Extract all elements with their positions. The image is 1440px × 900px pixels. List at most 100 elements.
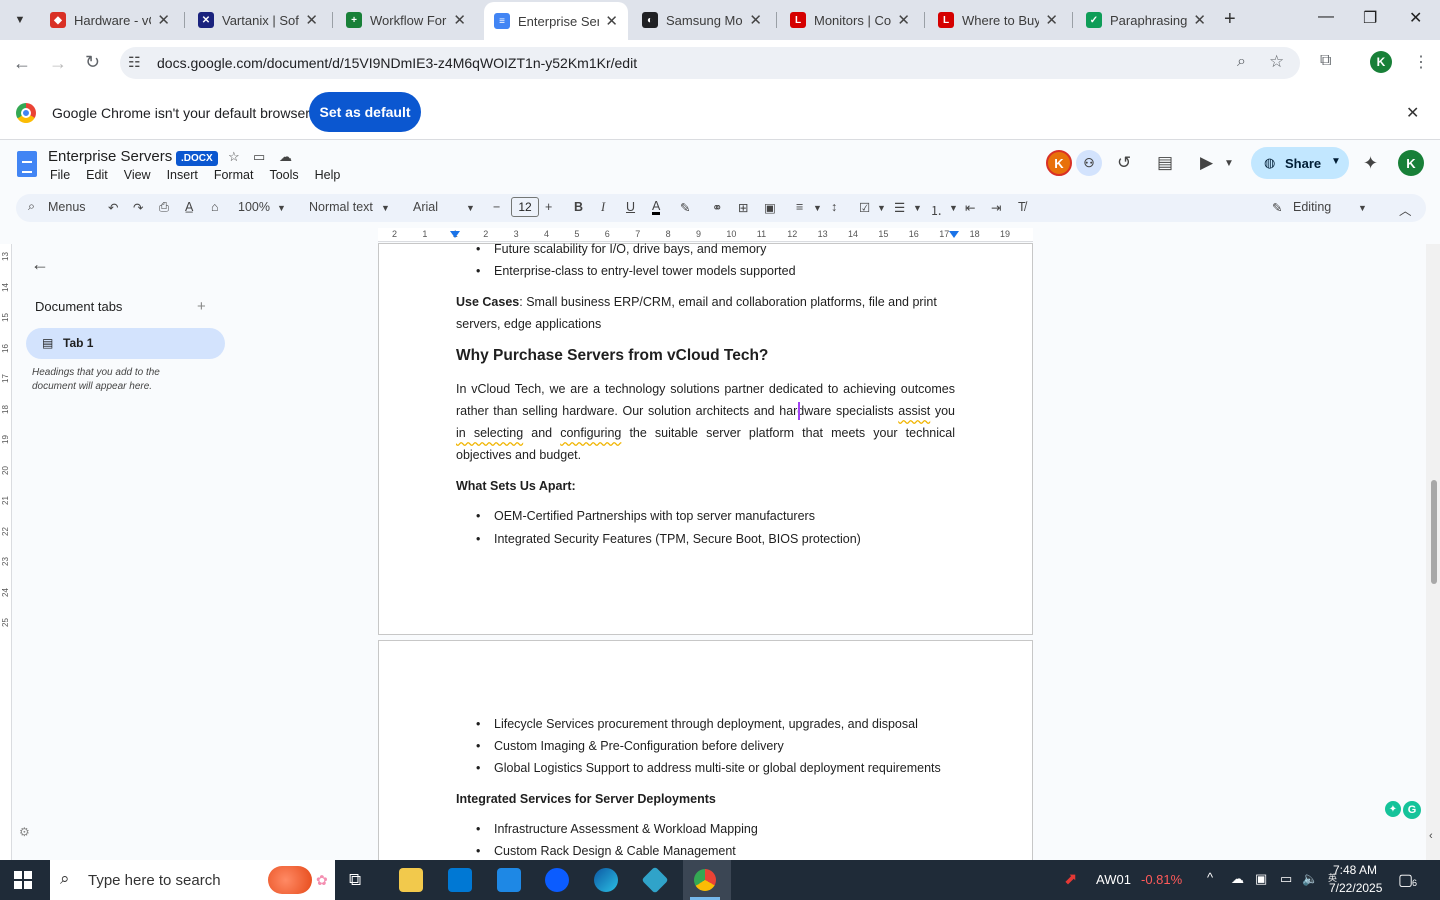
list-item[interactable]: Custom Imaging & Pre-Configuration befor… [494,735,784,757]
sidebar-settings-icon[interactable]: ⚙ [19,825,30,839]
task-view-icon[interactable]: ⧉ [349,870,361,890]
browser-tab[interactable]: L Where to Buy ✕ [928,4,1068,36]
list-item[interactable]: Lifecycle Services procurement through d… [494,713,918,735]
zoom-select[interactable]: 100% [238,200,270,214]
line-spacing-icon[interactable]: ↕ [831,200,837,214]
meet-dropdown-icon[interactable]: ▼ [1224,158,1234,169]
tray-overflow-icon[interactable]: ^ [1207,870,1213,885]
tab-title[interactable]: Enterprise Ser [518,14,599,29]
browser-tab[interactable]: ✕ Vartanix | Softv ✕ [188,4,328,36]
chrome-taskbar-icon[interactable] [694,869,716,891]
expand-side-panel-icon[interactable]: ‹ [1429,830,1433,842]
edge-icon[interactable] [594,868,618,892]
clock-date[interactable]: 7/22/2025 [1329,881,1382,895]
align-icon[interactable]: ≡ [796,200,803,214]
subsection-heading[interactable]: What Sets Us Apart: [456,475,576,497]
meet-icon[interactable]: ▶ [1200,153,1213,173]
clear-formatting-icon[interactable]: T̸ [1018,200,1026,214]
text-color-icon[interactable]: A [652,200,661,215]
account-avatar[interactable]: K [1398,150,1424,176]
tab-close-icon[interactable]: ✕ [1045,11,1058,29]
restore-icon[interactable]: ❐ [1363,8,1377,28]
version-history-icon[interactable]: ↺ [1117,153,1131,173]
list-item[interactable]: Enterprise-class to entry-level tower mo… [494,260,796,282]
paint-format-icon[interactable]: ⌂ [211,200,219,214]
numbered-list-icon[interactable]: ⒈ [930,200,943,219]
stock-chart-icon[interactable]: ⬈ [1064,869,1077,889]
gemini-icon[interactable]: ✦ [1363,153,1378,174]
use-cases-line-2[interactable]: servers, edge applications [456,313,601,335]
close-window-icon[interactable]: ✕ [1409,8,1422,28]
text-run[interactable]: the suitable server platform that meets … [621,426,955,440]
increase-indent-icon[interactable]: ⇥ [991,200,1001,215]
zoom-app-icon[interactable] [545,868,569,892]
browser-tab[interactable]: ◆ Hardware - vC ✕ [40,4,180,36]
onedrive-icon[interactable]: ☁ [1231,871,1244,887]
tab-close-icon[interactable]: ✕ [1193,11,1206,29]
stock-symbol[interactable]: AW01 [1096,872,1131,887]
zoom-dropdown-icon[interactable]: ▼ [277,203,286,213]
new-tab-button[interactable]: + [1224,8,1236,31]
cloud-status-icon[interactable]: ☁ [279,149,292,165]
site-info-icon[interactable]: ☷ [128,54,141,71]
clock-time[interactable]: 7:48 AM [1333,863,1377,877]
tab-title[interactable]: Monitors | Co [814,13,891,28]
list-item[interactable]: OEM-Certified Partnerships with top serv… [494,505,815,527]
grammarly-icon[interactable]: G [1403,801,1421,819]
add-tab-icon[interactable]: + [197,298,206,315]
redo-icon[interactable]: ↷ [133,200,143,215]
list-item[interactable]: Integrated Security Features (TPM, Secur… [494,528,861,550]
insert-link-icon[interactable]: ⚭ [712,200,722,215]
menu-help[interactable]: Help [315,168,341,182]
menu-edit[interactable]: Edit [86,168,108,182]
decrease-font-icon[interactable]: − [493,200,500,214]
docs-logo-icon[interactable] [17,151,37,177]
set-as-default-button[interactable]: Set as default [309,92,421,132]
left-indent-marker-icon[interactable] [450,231,460,238]
style-dropdown-icon[interactable]: ▼ [381,203,390,213]
collaborator-icon[interactable]: ⚇ [1076,150,1102,176]
tab-close-icon[interactable]: ✕ [605,12,618,30]
font-size-input[interactable]: 12 [511,197,539,217]
increase-font-icon[interactable]: + [545,200,552,214]
editing-mode-select[interactable]: Editing [1293,200,1331,214]
stock-change[interactable]: -0.81% [1141,872,1182,887]
close-outline-arrow-icon[interactable]: ← [31,254,49,275]
browser-tab[interactable]: ≡ Enterprise Ser ✕ [484,2,628,40]
url-text[interactable]: docs.google.com/document/d/15VI9NDmIE3-z… [157,55,637,71]
checklist-icon[interactable]: ☑ [859,200,870,215]
network-icon[interactable]: ▭ [1280,871,1292,887]
notifications-icon[interactable]: ▢ [1398,870,1413,890]
bullet-dropdown-icon[interactable]: ▼ [913,203,922,213]
move-folder-icon[interactable]: ▭ [253,149,265,165]
print-icon[interactable]: ⎙ [159,200,169,215]
search-menus-icon[interactable]: ⌕ [28,199,35,214]
italic-icon[interactable]: I [601,200,605,215]
menu-tools[interactable]: Tools [269,168,298,182]
comments-icon[interactable]: ▤ [1157,153,1173,173]
menu-format[interactable]: Format [214,168,254,182]
microsoft-store-icon[interactable] [448,868,472,892]
mail-icon[interactable] [497,868,521,892]
paragraph-style-select[interactable]: Normal text [309,200,373,214]
spellcheck-icon[interactable]: A̲ [185,200,193,214]
tab-search-chevron-icon[interactable]: ▼ [8,8,32,32]
list-item[interactable]: Future scalability for I/O, drive bays, … [494,238,766,260]
highlight-icon[interactable]: ✎ [680,200,690,215]
browser-tab[interactable]: ✓ Paraphrasing T ✕ [1076,4,1216,36]
document-tab-1[interactable] [26,328,225,359]
underline-icon[interactable]: U [626,200,635,214]
tab-title[interactable]: Paraphrasing T [1110,13,1187,28]
forward-icon[interactable]: → [49,53,67,74]
editing-pencil-icon[interactable]: ✎ [1272,200,1282,215]
tab-title[interactable]: Where to Buy [962,13,1039,28]
bold-icon[interactable]: B [574,200,583,214]
back-icon[interactable]: ← [13,53,31,74]
use-cases-text[interactable]: : Small business ERP/CRM, email and coll… [519,295,937,309]
grammar-suggestion[interactable]: in selecting [456,426,523,440]
list-item[interactable]: Infrastructure Assessment & Workload Map… [494,818,758,840]
taskbar-search-placeholder[interactable]: Type here to search [88,872,221,889]
undo-icon[interactable]: ↶ [108,200,118,215]
font-select[interactable]: Arial [413,200,438,214]
paragraph-line[interactable]: In vCloud Tech, we are a technology solu… [456,378,955,400]
